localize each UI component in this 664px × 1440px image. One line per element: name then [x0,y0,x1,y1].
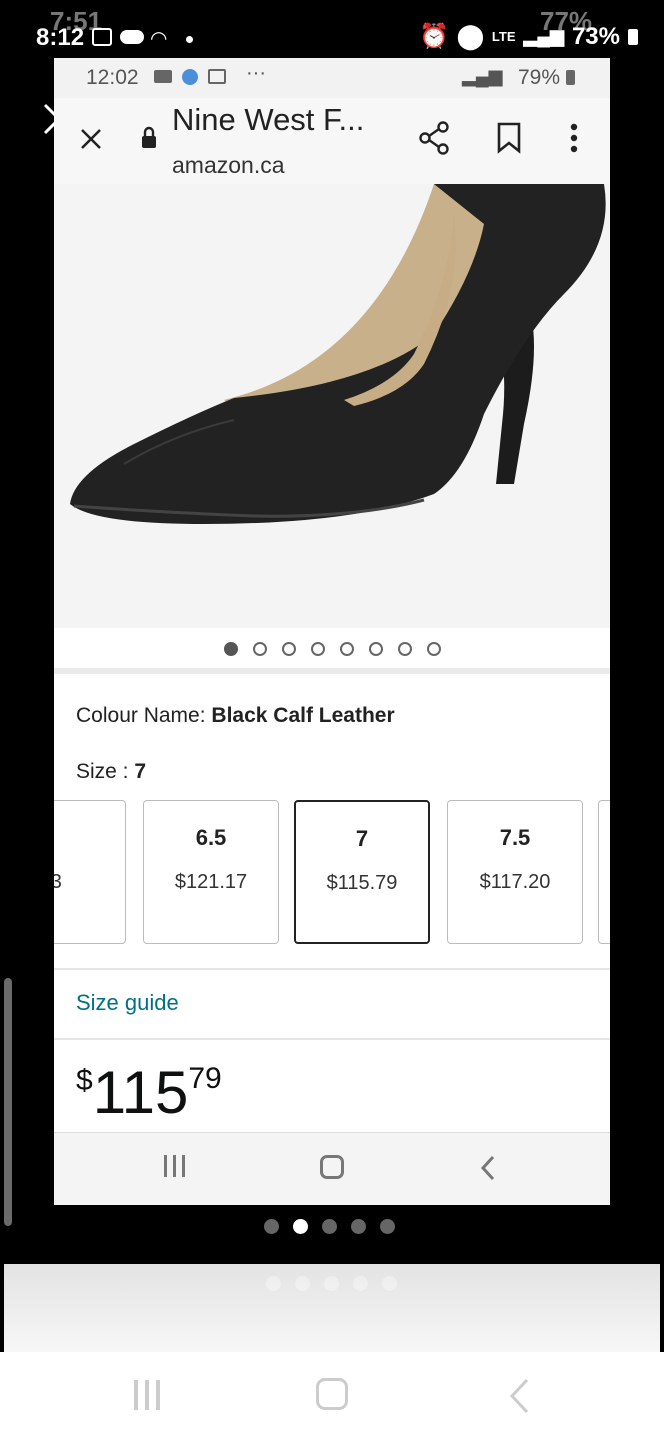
carousel-dot[interactable] [368,642,383,656]
image-icon [92,28,112,46]
carousel-dot[interactable] [252,642,267,656]
colour-label: Colour Name: [76,704,206,727]
screenshot-root: 7:51 77% 8:12 ◠ ⏰ ⬤ LTE ▂▄▆ 73% 12:02 ··… [0,0,664,1440]
size-selector: 6 $117.33 6.5 $121.17 7 $115.79 7.5 $117… [54,800,610,944]
pager-dot[interactable] [293,1219,308,1234]
back-icon[interactable] [480,1155,496,1181]
bookmark-icon[interactable] [496,122,522,154]
price-currency: $ [76,1064,93,1097]
size-price: $121.17 [174,871,248,893]
carousel-dot[interactable] [339,642,354,656]
page-url: amazon.ca [172,152,285,178]
image-carousel-dots [54,628,610,670]
more-icon: ··· [246,62,266,84]
divider [54,1038,610,1040]
inner-navigation-bar [54,1132,610,1205]
recents-icon[interactable] [164,1155,185,1177]
network-type: LTE [491,29,516,44]
mail-icon [154,70,172,83]
inner-battery-text: 79% [518,66,561,89]
faded-preview-area [4,1264,660,1352]
outer-status-right: ⏰ ⬤ LTE ▂▄▆ 73% [419,22,638,51]
messenger-icon [182,69,198,85]
carousel-dot[interactable] [310,642,325,656]
page-title: Nine West F... [172,102,365,137]
location-icon: ⬤ [457,23,484,50]
close-tab-icon[interactable] [80,128,102,150]
size-option-7-selected[interactable]: 7 $115.79 [294,800,430,944]
size-number: 6.5 [195,825,227,850]
outer-home-icon[interactable] [316,1378,348,1410]
screenshot-pager [264,1219,395,1234]
size-price: $117.20 [479,871,551,893]
size-option-6[interactable]: 6 $117.33 [54,800,126,944]
black-pump-shoe-image [54,184,610,628]
size-price: $115.79 [326,872,398,894]
size-guide-link[interactable]: Size guide [76,990,179,1016]
outer-recents-icon[interactable] [134,1380,160,1410]
pager-dot[interactable] [380,1219,395,1234]
size-number: 7 [355,826,369,851]
product-image[interactable] [54,184,610,628]
inner-signal-icon: ▂▄▆ [462,66,503,86]
divider [54,968,610,970]
colour-row: Colour Name: Black Calf Leather [76,704,395,728]
carousel-dot[interactable] [281,642,296,656]
size-row: Size : 7 [76,760,146,784]
size-number: 6 [54,825,125,851]
carousel-dot[interactable] [223,642,238,656]
size-option-6-5[interactable]: 6.5 $121.17 [143,800,279,944]
divider [54,668,610,674]
inner-phone-screenshot: 12:02 ··· ▂▄▆ 79% Nine West F... amazon.… [54,58,610,1205]
size-option-7-5[interactable]: 7.5 $117.20 [447,800,583,944]
inner-status-bar: 12:02 ··· ▂▄▆ 79% [54,58,610,98]
notification-dot-icon [186,36,193,43]
outer-battery-text: 73% [571,22,620,50]
price-fraction: 79 [188,1062,222,1095]
price-whole: 115 [92,1059,189,1126]
size-label: Size : [76,760,129,783]
outer-time: 8:12 [36,24,85,51]
cloud-icon [120,30,144,44]
inner-time: 12:02 [86,66,139,89]
product-price: $11579 [76,1058,222,1127]
outer-back-icon[interactable] [508,1378,530,1414]
inner-battery-icon [566,70,575,85]
outer-navigation-bar [0,1352,664,1440]
share-icon[interactable] [418,120,450,156]
home-icon[interactable] [320,1155,344,1179]
pager-dot[interactable] [322,1219,337,1234]
menu-more-icon[interactable] [568,122,580,154]
gallery-icon [208,69,226,84]
signal-icon: ▂▄▆ [523,26,564,46]
pager-dot[interactable] [264,1219,279,1234]
battery-icon [628,28,638,45]
wifi-icon: ◠ [150,28,168,50]
carousel-dot[interactable] [397,642,412,656]
colour-value: Black Calf Leather [211,704,395,727]
size-number: 7.5 [499,825,531,850]
carousel-dot[interactable] [426,642,441,656]
size-price: $117.33 [54,871,62,893]
size-value: 7 [134,760,147,783]
edge-panel-handle[interactable] [4,978,12,1226]
size-option-next[interactable] [598,800,610,944]
lock-icon [142,126,156,148]
alarm-icon: ⏰ [419,23,450,50]
faded-pager [266,1276,397,1291]
pager-dot[interactable] [351,1219,366,1234]
